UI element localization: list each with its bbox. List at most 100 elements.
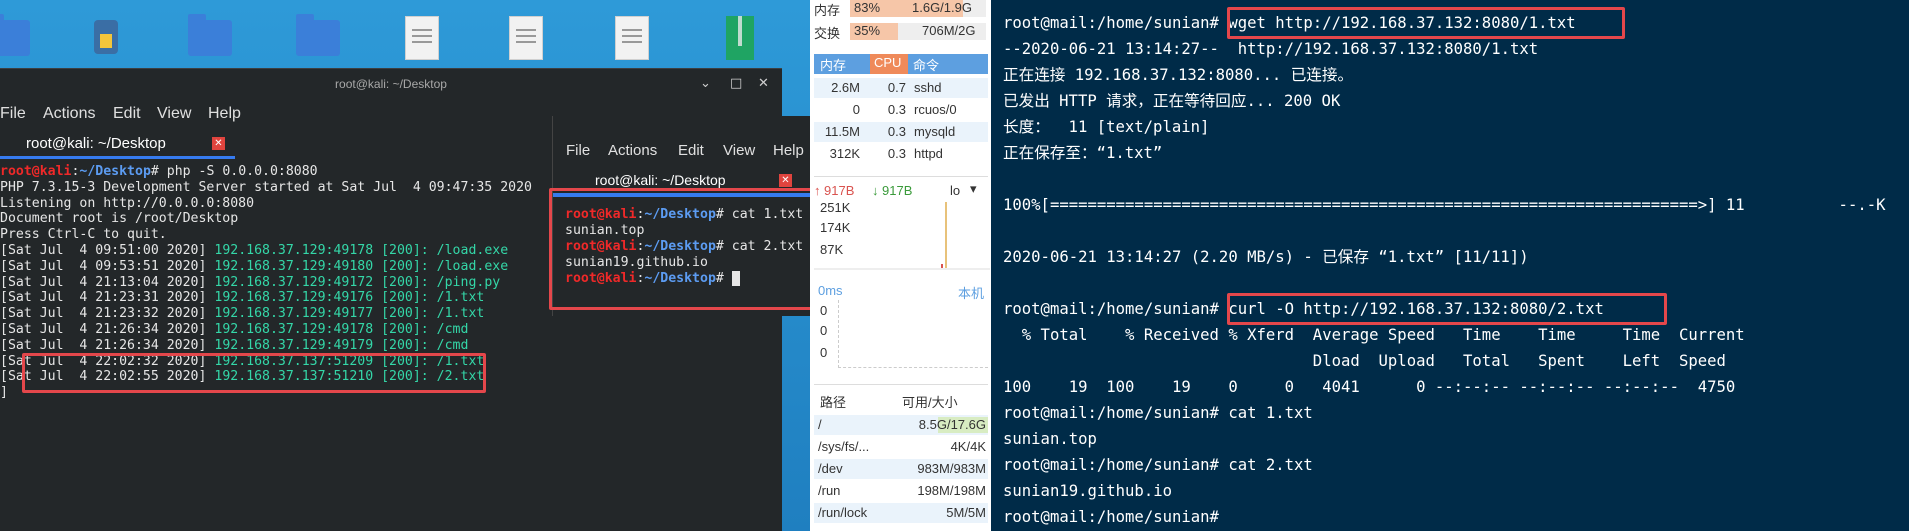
ping-value: 0 bbox=[820, 323, 828, 338]
menu-view[interactable]: View bbox=[723, 142, 755, 159]
system-monitor-panel: 内存 83% 1.6G/1.9G 交换 35% 706M/2G 内存 CPU 命… bbox=[810, 0, 991, 531]
disk-header-size[interactable]: 可用/大小 bbox=[902, 392, 958, 411]
proc-cpu: 0.3 bbox=[887, 146, 906, 161]
net-up-value: 917B bbox=[824, 183, 855, 198]
proc-cmd: httpd bbox=[914, 146, 943, 161]
terminal-line: 100 19 100 19 0 0 4041 0 --:--:-- --:--:… bbox=[1003, 378, 1736, 396]
terminal-line: Dload Upload Total Spent Left Speed bbox=[1003, 352, 1726, 370]
proc-header-mem-label: 内存 bbox=[820, 58, 847, 73]
terminal-cursor-line: ] bbox=[0, 385, 8, 401]
proc-cpu: 0.7 bbox=[887, 80, 906, 95]
menu-help[interactable]: Help bbox=[773, 142, 804, 159]
proc-cmd: rcuos/0 bbox=[914, 102, 957, 117]
proc-cmd: mysqld bbox=[914, 124, 956, 139]
highlight-box-log bbox=[22, 353, 486, 393]
proc-mem: 312K bbox=[829, 146, 860, 161]
menu-view[interactable]: View bbox=[157, 105, 191, 123]
swap-percent: 35% bbox=[854, 23, 881, 38]
menu-edit[interactable]: Edit bbox=[113, 105, 141, 123]
disk-value: 5M/5M bbox=[946, 505, 986, 520]
minimize-icon[interactable]: ⌄ bbox=[700, 76, 711, 91]
net-iface-select[interactable]: lo bbox=[950, 183, 960, 198]
log-line: [Sat Jul 4 21:23:32 2020] 192.168.37.129… bbox=[0, 306, 485, 322]
terminal-line: root@mail:/home/sunian# cat 1.txt bbox=[1003, 404, 1313, 422]
mem-value: 1.6G/1.9G bbox=[912, 0, 972, 15]
swap-value: 706M/2G bbox=[922, 23, 976, 38]
terminal-line: 2020-06-21 13:14:27 (2.20 MB/s) - 已保存 “1… bbox=[1003, 248, 1529, 266]
highlight-box-curl bbox=[1227, 293, 1667, 325]
python-file-icon[interactable] bbox=[78, 12, 134, 64]
terminal-line: % Total % Received % Xferd Average Speed… bbox=[1003, 326, 1745, 344]
disk-list: / 8.5G/17.6G /sys/fs/... 4K/4K /dev 983M… bbox=[814, 413, 988, 531]
maximize-icon[interactable]: □ bbox=[730, 76, 742, 91]
disk-path: / bbox=[818, 417, 822, 432]
process-list: 2.6M 0.7 sshd 0 0.3 rcuos/0 11.5M 0.3 my… bbox=[814, 78, 988, 166]
chevron-down-icon[interactable]: ▾ bbox=[970, 181, 977, 197]
disk-value: 198M/198M bbox=[917, 483, 986, 498]
terminal-line: sunian19.github.io bbox=[1003, 482, 1172, 500]
disk-path: /run bbox=[818, 483, 841, 498]
net-graph bbox=[814, 202, 990, 270]
proc-header-cpu-label: CPU bbox=[874, 55, 902, 70]
document-icon[interactable] bbox=[498, 12, 554, 64]
folder-icon[interactable] bbox=[290, 12, 346, 64]
net-down-icon: ↓ bbox=[872, 183, 879, 198]
log-line: [Sat Jul 4 21:13:04 2020] 192.168.37.129… bbox=[0, 274, 501, 290]
menu-file[interactable]: File bbox=[0, 105, 26, 123]
terminal-line: 100%[===================================… bbox=[1003, 196, 1886, 214]
disk-value: 983M/983M bbox=[917, 461, 986, 476]
mem-label: 内存 bbox=[814, 3, 841, 18]
tab-close-icon[interactable]: ✕ bbox=[212, 137, 225, 150]
terminal-line: root@mail:/home/sunian# bbox=[1003, 508, 1229, 526]
tab-close-icon[interactable]: ✕ bbox=[779, 174, 792, 187]
archive-icon[interactable] bbox=[712, 12, 768, 64]
proc-mem: 2.6M bbox=[831, 80, 860, 95]
menu-help[interactable]: Help bbox=[208, 105, 241, 123]
menu-actions[interactable]: Actions bbox=[608, 142, 657, 159]
proc-mem: 0 bbox=[852, 102, 860, 117]
highlight-box-term2 bbox=[549, 188, 813, 310]
ping-label: 0ms bbox=[818, 283, 843, 298]
terminal-line: root@mail:/home/sunian# cat 2.txt bbox=[1003, 456, 1313, 474]
log-line: [Sat Jul 4 21:26:34 2020] 192.168.37.129… bbox=[0, 322, 469, 337]
tab-terminal[interactable]: root@kali: ~/Desktop ✕ bbox=[0, 129, 235, 159]
disk-path: /dev bbox=[818, 461, 843, 476]
terminal-line: sunian.top bbox=[1003, 430, 1097, 448]
divider bbox=[814, 384, 988, 385]
terminal-output[interactable]: root@kali:~/Desktop# php -S 0.0.0.0:8080… bbox=[0, 164, 540, 494]
disk-path: /sys/fs/... bbox=[818, 439, 870, 454]
ping-graph bbox=[838, 300, 988, 368]
net-down-value: 917B bbox=[882, 183, 913, 198]
close-icon[interactable]: ✕ bbox=[758, 76, 769, 91]
proc-cpu: 0.3 bbox=[887, 124, 906, 139]
terminal-line: root@kali:~/Desktop# php -S 0.0.0.0:8080 bbox=[0, 164, 318, 179]
log-line: [Sat Jul 4 09:51:00 2020] 192.168.37.129… bbox=[0, 243, 509, 258]
proc-cpu: 0.3 bbox=[887, 102, 906, 117]
folder-icon[interactable] bbox=[182, 12, 238, 64]
folder-icon[interactable] bbox=[0, 12, 36, 64]
document-icon[interactable] bbox=[394, 12, 450, 64]
net-up-icon: ↑ bbox=[814, 183, 821, 198]
mem-percent: 83% bbox=[854, 0, 881, 15]
terminal-window-remote[interactable]: root@mail:/home/sunian# wget http://192.… bbox=[991, 0, 1909, 531]
menu-file[interactable]: File bbox=[566, 142, 590, 159]
disk-header-path[interactable]: 路径 bbox=[820, 392, 846, 411]
disk-value: 8.5G/17.6G bbox=[918, 417, 986, 432]
swap-label: 交换 bbox=[814, 26, 841, 41]
terminal-line: Press Ctrl-C to quit. bbox=[0, 227, 167, 243]
log-line: [Sat Jul 4 21:26:34 2020] 192.168.37.129… bbox=[0, 337, 469, 353]
ping-value: 0 bbox=[820, 345, 828, 360]
proc-header-cmd-label: 命令 bbox=[913, 58, 940, 73]
menu-edit[interactable]: Edit bbox=[678, 142, 704, 159]
terminal-line: 正在连接 192.168.37.132:8080... 已连接。 bbox=[1003, 66, 1354, 84]
terminal-line: --2020-06-21 13:14:27-- http://192.168.3… bbox=[1003, 40, 1539, 58]
menu-actions[interactable]: Actions bbox=[43, 105, 95, 123]
log-line: [Sat Jul 4 21:23:31 2020] 192.168.37.129… bbox=[0, 290, 485, 306]
document-icon[interactable] bbox=[604, 12, 660, 64]
tab-label: root@kali: ~/Desktop bbox=[595, 172, 726, 188]
disk-value: 4K/4K bbox=[950, 439, 986, 454]
log-line: [Sat Jul 4 09:53:51 2020] 192.168.37.129… bbox=[0, 258, 509, 274]
terminal-line: Document root is /root/Desktop bbox=[0, 211, 239, 227]
terminal-line: Listening on http://0.0.0.0:8080 bbox=[0, 195, 255, 211]
terminal-line: PHP 7.3.15-3 Development Server started … bbox=[0, 179, 532, 195]
